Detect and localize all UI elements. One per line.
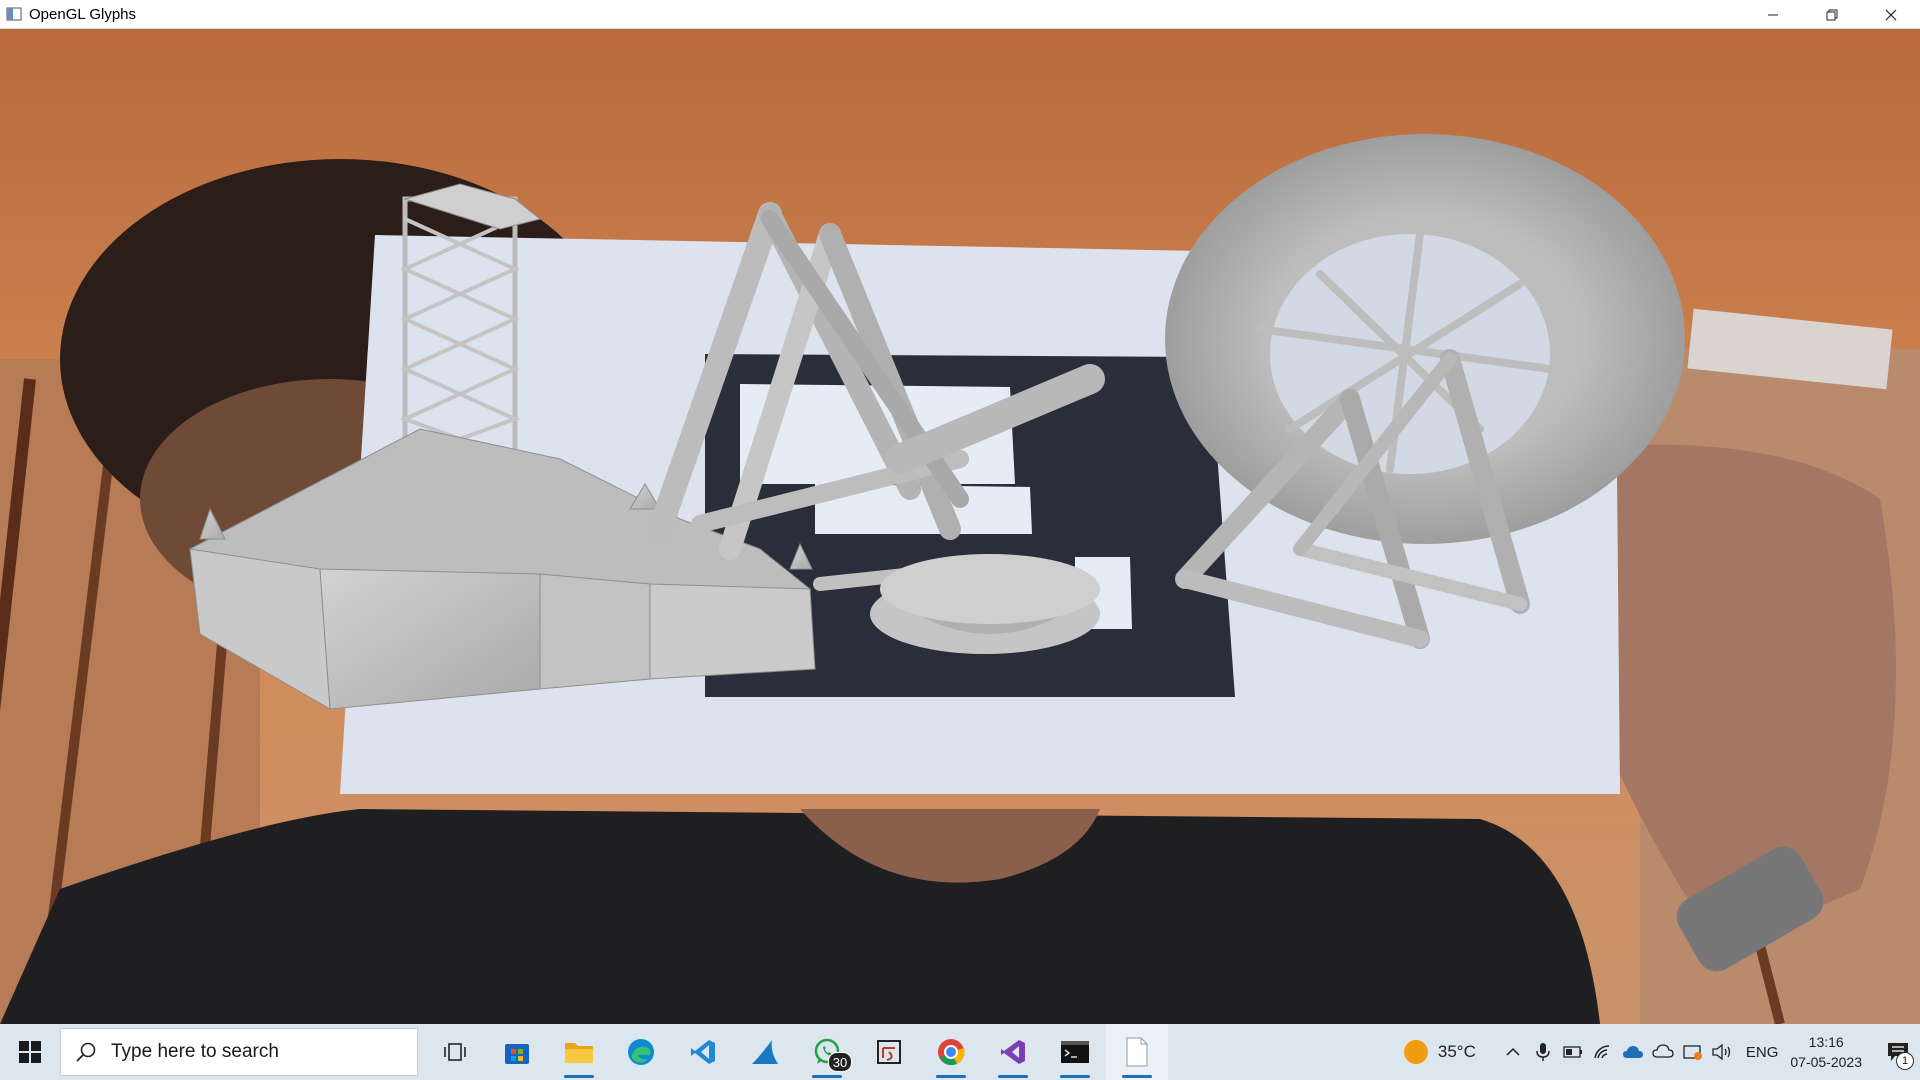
wireshark-icon xyxy=(752,1040,778,1064)
battery-icon xyxy=(1563,1046,1582,1058)
vscode-button[interactable] xyxy=(672,1024,734,1080)
close-icon xyxy=(1885,9,1896,20)
visual-studio-icon xyxy=(1001,1040,1025,1064)
microphone-button[interactable] xyxy=(1528,1024,1558,1080)
snipping-tool-button[interactable] xyxy=(858,1024,920,1080)
onedrive-button[interactable] xyxy=(1618,1024,1648,1080)
file-explorer-button[interactable] xyxy=(548,1024,610,1080)
terminal-icon xyxy=(1061,1041,1089,1063)
folder-icon xyxy=(565,1043,593,1063)
opengl-viewport[interactable] xyxy=(0,29,1920,1024)
vscode-icon xyxy=(691,1040,715,1064)
restore-icon xyxy=(1826,9,1837,20)
chrome-icon xyxy=(938,1039,965,1066)
taskbar: Type here to search 30 35°C ENG 13:16 07… xyxy=(0,1024,1920,1080)
clock-date: 07-05-2023 xyxy=(1790,1054,1862,1070)
person-shirt xyxy=(0,809,1600,1024)
start-button[interactable] xyxy=(0,1024,60,1080)
title-bar: OpenGL Glyphs xyxy=(0,0,1920,29)
close-button[interactable] xyxy=(1861,0,1920,29)
sun-icon xyxy=(1403,1040,1428,1064)
store-button[interactable] xyxy=(486,1024,548,1080)
battery-button[interactable] xyxy=(1558,1024,1588,1080)
vpn-cloud-icon xyxy=(1652,1044,1674,1058)
wireshark-button[interactable] xyxy=(734,1024,796,1080)
search-placeholder: Type here to search xyxy=(111,1041,279,1062)
weather-temp: 35°C xyxy=(1437,1042,1476,1061)
restore-button[interactable] xyxy=(1802,0,1861,29)
language-indicator[interactable]: ENG xyxy=(1746,1044,1779,1061)
task-view-icon xyxy=(444,1043,466,1061)
whatsapp-badge: 30 xyxy=(828,1052,852,1072)
app-icon xyxy=(6,7,22,21)
weather-widget[interactable]: 35°C xyxy=(1403,1040,1476,1064)
cloud-icon xyxy=(1622,1046,1643,1058)
task-view-button[interactable] xyxy=(424,1024,486,1080)
terminal-button[interactable] xyxy=(1044,1024,1106,1080)
snip-icon xyxy=(877,1040,901,1064)
visual-studio-button[interactable] xyxy=(982,1024,1044,1080)
scene-canvas xyxy=(0,29,1920,1024)
notification-badge: 1 xyxy=(1896,1052,1914,1070)
wifi-icon xyxy=(1594,1045,1609,1059)
vpn-button[interactable] xyxy=(1648,1024,1678,1080)
clock[interactable]: 13:16 07-05-2023 xyxy=(1790,1032,1862,1072)
clock-time: 13:16 xyxy=(1808,1034,1844,1050)
search-icon xyxy=(76,1042,96,1062)
windows-icon xyxy=(19,1041,41,1063)
security-button[interactable] xyxy=(1678,1024,1708,1080)
volume-button[interactable] xyxy=(1708,1024,1738,1080)
window-title: OpenGL Glyphs xyxy=(29,5,136,23)
speaker-icon xyxy=(1712,1044,1731,1060)
blank-app-icon xyxy=(1126,1037,1148,1067)
chrome-button[interactable] xyxy=(920,1024,982,1080)
wifi-button[interactable] xyxy=(1588,1024,1618,1080)
opengl-glyphs-button[interactable] xyxy=(1106,1024,1168,1080)
minimize-icon xyxy=(1767,14,1778,15)
minimize-button[interactable] xyxy=(1743,0,1802,29)
security-icon xyxy=(1683,1045,1702,1060)
chevron-up-icon xyxy=(1506,1047,1520,1056)
system-tray: 35°C ENG 13:16 07-05-2023 1 xyxy=(1403,1024,1920,1080)
whatsapp-button[interactable]: 30 xyxy=(796,1024,858,1080)
taskbar-apps: 30 xyxy=(424,1024,1168,1080)
store-icon xyxy=(505,1044,529,1064)
edge-icon xyxy=(628,1039,654,1065)
search-input[interactable]: Type here to search xyxy=(60,1028,418,1076)
notification-center-button[interactable]: 1 xyxy=(1876,1024,1920,1080)
window-controls xyxy=(1743,0,1920,29)
edge-button[interactable] xyxy=(610,1024,672,1080)
microphone-icon xyxy=(1536,1043,1550,1061)
show-hidden-icons-button[interactable] xyxy=(1498,1024,1528,1080)
